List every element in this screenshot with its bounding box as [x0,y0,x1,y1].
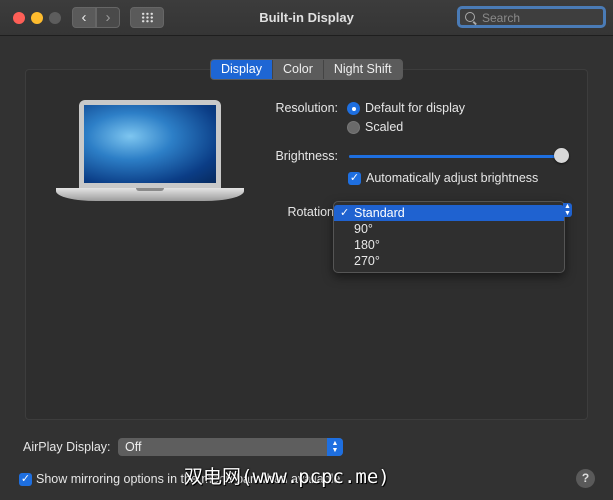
radio-default-for-display[interactable] [347,102,360,115]
tab-night-shift[interactable]: Night Shift [323,60,402,79]
mirroring-checkbox[interactable]: ✓ [19,473,32,486]
title-bar: ‹ › Built-in Display [0,0,613,36]
laptop-icon [56,100,244,210]
watermark: 双电网(www.pcpc.me) [184,466,390,488]
brightness-label: Brightness: [275,149,338,163]
radio-scaled[interactable] [347,121,360,134]
search-icon [465,12,475,22]
rotation-option-270[interactable]: 270° [334,253,564,269]
rotation-option-standard[interactable]: ✓ Standard [334,205,564,221]
chevron-updown-icon: ▲ ▼ [327,438,343,456]
resolution-label: Resolution: [275,101,338,115]
brightness-slider-knob[interactable] [553,148,569,163]
tab-display[interactable]: Display [211,60,273,79]
brightness-slider-fill [349,155,561,158]
rotation-label: Rotation [287,205,334,219]
rotation-option-90[interactable]: 90° [334,221,564,237]
search-input[interactable] [480,9,604,27]
auto-brightness-label[interactable]: Automatically adjust brightness [366,171,538,185]
brightness-slider[interactable] [349,155,563,158]
checkmark-icon: ✓ [340,207,350,219]
checkmark-icon: ✓ [20,473,31,485]
rotation-dropdown-menu: ✓ Standard 90° 180° 270° [333,201,565,273]
search-field[interactable] [457,6,606,28]
help-button[interactable]: ? [576,469,595,488]
laptop-lid [79,100,221,188]
tab-color[interactable]: Color [273,60,324,79]
checkmark-icon: ✓ [349,172,360,184]
airplay-display-select[interactable]: Off ▲ ▼ [118,438,343,456]
rotation-option-180[interactable]: 180° [334,237,564,253]
radio-scaled-label[interactable]: Scaled [365,120,403,134]
airplay-display-value: Off [125,440,142,454]
laptop-screen [84,105,216,183]
laptop-notch [136,188,164,191]
radio-default-label[interactable]: Default for display [365,101,465,115]
airplay-display-label: AirPlay Display: [23,440,111,454]
tab-bar: Display Color Night Shift [210,59,403,80]
rotation-dropdown-arrows[interactable]: ▲ ▼ [563,203,572,217]
help-icon: ? [581,471,590,485]
auto-brightness-checkbox[interactable]: ✓ [348,172,361,185]
